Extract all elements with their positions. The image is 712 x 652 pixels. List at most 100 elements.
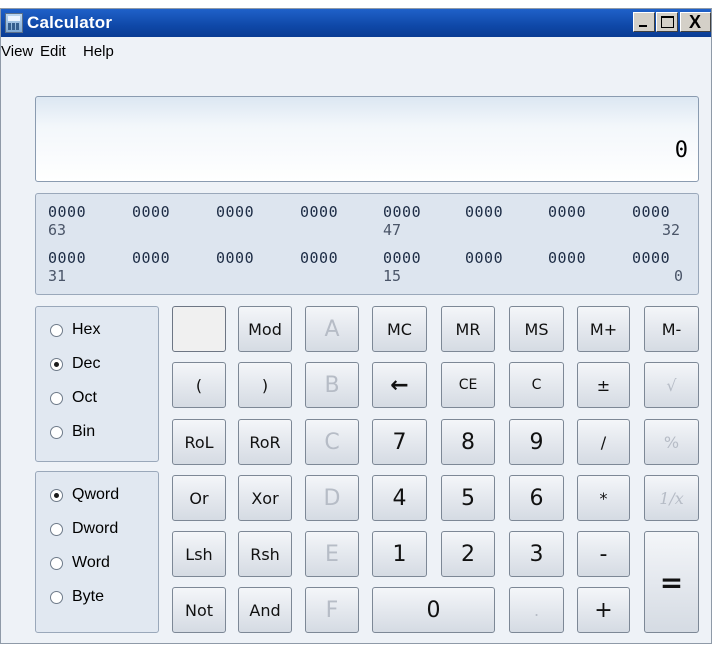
bit-index-label: 15	[383, 267, 402, 285]
bit-group[interactable]: 0000	[465, 203, 503, 221]
radio-circle-selected	[50, 489, 63, 502]
display-value: 0	[674, 138, 688, 163]
bit-group[interactable]: 0000	[548, 249, 586, 267]
maximize-button[interactable]	[656, 12, 678, 32]
bit-group[interactable]: 0000	[465, 249, 503, 267]
hex-c-button[interactable]: C	[305, 419, 359, 465]
memory-recall-button[interactable]: MR	[441, 306, 495, 352]
radio-label: Dword	[72, 520, 119, 537]
radio-circle	[50, 324, 63, 337]
digit-5-button[interactable]: 5	[441, 475, 495, 521]
minimize-button[interactable]	[633, 12, 655, 32]
square-root-button[interactable]: √	[644, 362, 699, 408]
bit-group[interactable]: 0000	[383, 249, 421, 267]
bit-group[interactable]: 0000	[216, 203, 254, 221]
menu-view[interactable]: View	[1, 43, 33, 60]
bit-group[interactable]: 0000	[632, 249, 670, 267]
hex-a-button[interactable]: A	[305, 306, 359, 352]
bit-group[interactable]: 0000	[132, 249, 170, 267]
bit-group[interactable]: 0000	[383, 203, 421, 221]
multiply-button[interactable]: *	[577, 475, 630, 521]
rotate-right-button[interactable]: RoR	[238, 419, 292, 465]
radio-circle	[50, 557, 63, 570]
clear-button[interactable]: C	[509, 362, 564, 408]
bit-group[interactable]: 0000	[48, 249, 86, 267]
radio-circle-selected	[50, 358, 63, 371]
close-icon: X	[689, 12, 702, 32]
bit-index-label: 31	[48, 267, 67, 285]
bit-index-label: 0	[674, 267, 684, 285]
bit-index-label: 63	[48, 221, 67, 239]
decimal-point-button[interactable]: .	[509, 587, 564, 633]
memory-clear-button[interactable]: MC	[372, 306, 427, 352]
mod-button[interactable]: Mod	[238, 306, 292, 352]
hex-b-button[interactable]: B	[305, 362, 359, 408]
bit-group[interactable]: 0000	[48, 203, 86, 221]
radio-label: Bin	[72, 423, 96, 440]
digit-6-button[interactable]: 6	[509, 475, 564, 521]
not-button[interactable]: Not	[172, 587, 226, 633]
radio-label: Oct	[72, 389, 97, 406]
radio-label: Dec	[72, 355, 101, 372]
backspace-button[interactable]: ←	[372, 362, 427, 408]
add-button[interactable]: +	[577, 587, 630, 633]
bit-group[interactable]: 0000	[300, 249, 338, 267]
close-paren-button[interactable]: )	[238, 362, 292, 408]
right-shift-button[interactable]: Rsh	[238, 531, 292, 577]
radio-label: Word	[72, 554, 110, 571]
number-base-group: Hex Dec Oct Bin	[35, 306, 159, 462]
radio-label: Byte	[72, 588, 105, 605]
bit-group[interactable]: 0000	[132, 203, 170, 221]
open-paren-button[interactable]: (	[172, 362, 226, 408]
hex-d-button[interactable]: D	[305, 475, 359, 521]
result-display: 0	[35, 96, 699, 182]
subtract-button[interactable]: -	[577, 531, 630, 577]
digit-8-button[interactable]: 8	[441, 419, 495, 465]
digit-7-button[interactable]: 7	[372, 419, 427, 465]
digit-9-button[interactable]: 9	[509, 419, 564, 465]
or-button[interactable]: Or	[172, 475, 226, 521]
window-title: Calculator	[27, 13, 113, 32]
memory-store-button[interactable]: MS	[509, 306, 564, 352]
rotate-left-button[interactable]: RoL	[172, 419, 226, 465]
bit-index-label: 32	[662, 221, 681, 239]
bit-group[interactable]: 0000	[632, 203, 670, 221]
word-size-group: Qword Dword Word Byte	[35, 471, 159, 633]
calculator-icon	[5, 13, 23, 33]
hex-f-button[interactable]: F	[305, 587, 359, 633]
digit-0-button[interactable]: 0	[372, 587, 495, 633]
digit-2-button[interactable]: 2	[441, 531, 495, 577]
left-shift-button[interactable]: Lsh	[172, 531, 226, 577]
equals-button[interactable]: =	[644, 531, 699, 633]
bit-group[interactable]: 0000	[216, 249, 254, 267]
divide-button[interactable]: /	[577, 419, 630, 465]
reciprocal-button[interactable]: 1/x	[644, 475, 699, 521]
hex-e-button[interactable]: E	[305, 531, 359, 577]
bit-display-panel: 0000 0000 0000 0000 0000 0000 0000 0000 …	[35, 193, 699, 295]
menu-edit[interactable]: Edit	[40, 43, 66, 60]
radio-circle	[50, 523, 63, 536]
memory-subtract-button[interactable]: M-	[644, 306, 699, 352]
and-button[interactable]: And	[238, 587, 292, 633]
bit-group[interactable]: 0000	[300, 203, 338, 221]
menu-help[interactable]: Help	[83, 43, 114, 60]
negate-button[interactable]: ±	[577, 362, 630, 408]
title-bar[interactable]: Calculator X	[1, 9, 711, 37]
radio-circle	[50, 591, 63, 604]
bit-index-label: 47	[383, 221, 402, 239]
radio-label: Qword	[72, 486, 120, 503]
clear-entry-button[interactable]: CE	[441, 362, 495, 408]
close-button[interactable]: X	[680, 12, 711, 32]
menu-bar: View Edit Help	[1, 37, 711, 65]
bit-group[interactable]: 0000	[548, 203, 586, 221]
digit-1-button[interactable]: 1	[372, 531, 427, 577]
percent-button[interactable]: %	[644, 419, 699, 465]
digit-3-button[interactable]: 3	[509, 531, 564, 577]
memory-add-button[interactable]: M+	[577, 306, 630, 352]
digit-4-button[interactable]: 4	[372, 475, 427, 521]
radio-label: Hex	[72, 321, 101, 338]
radio-circle	[50, 392, 63, 405]
calculator-window: Calculator X View Edit Help 0 0000 0000 …	[0, 8, 712, 644]
blank-key[interactable]	[172, 306, 226, 352]
xor-button[interactable]: Xor	[238, 475, 292, 521]
